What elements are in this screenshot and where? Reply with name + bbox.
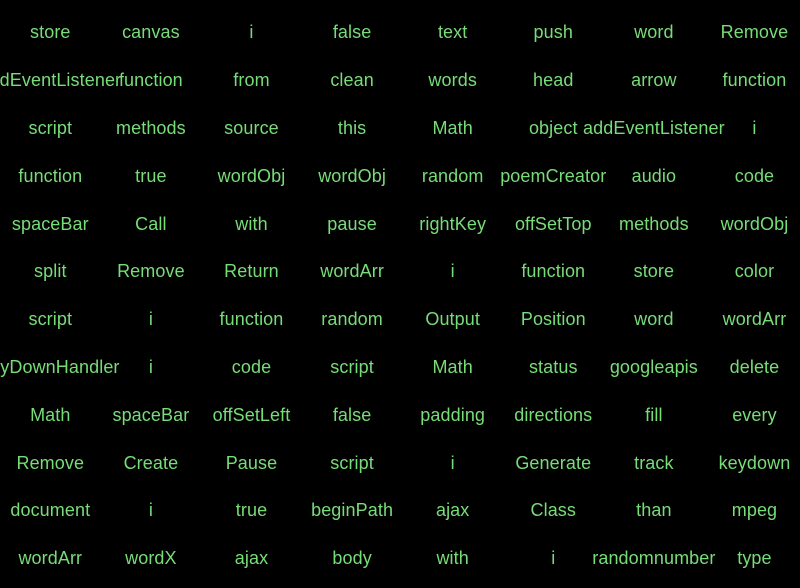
floating-word: color — [734, 261, 775, 282]
floating-word: Output — [425, 309, 480, 330]
floating-word: from — [233, 70, 270, 91]
floating-word: Create — [123, 452, 179, 473]
floating-word: wordArr — [18, 548, 83, 569]
floating-word: store — [633, 261, 675, 282]
floating-word: ajax — [234, 548, 269, 569]
floating-word: code — [231, 356, 272, 377]
floating-word: wordArr — [320, 261, 384, 282]
floating-word: function — [722, 70, 787, 91]
floating-word: function — [219, 309, 284, 330]
floating-word: with — [235, 213, 268, 234]
floating-word: document — [10, 500, 91, 521]
floating-word: this — [337, 117, 367, 138]
floating-word: false — [332, 404, 372, 425]
floating-word: Call — [135, 213, 167, 234]
floating-word: addEventListener — [0, 70, 122, 91]
floating-word: text — [437, 22, 468, 43]
floating-word: audio — [631, 165, 677, 186]
floating-word: mpeg — [731, 500, 778, 521]
floating-word: script — [330, 452, 374, 473]
floating-word: keydown — [718, 452, 791, 473]
word-canvas-page: { "text_color": "#77dd77", "background_c… — [0, 0, 800, 588]
floating-word: every — [732, 404, 777, 425]
floating-word: offSetTop — [514, 213, 592, 234]
floating-word: split — [34, 261, 67, 282]
floating-word: i — [752, 117, 757, 138]
floating-word: head — [533, 70, 574, 91]
floating-word: Remove — [117, 261, 185, 282]
floating-word: fill — [645, 404, 663, 425]
floating-word: than — [636, 500, 672, 521]
floating-word: true — [235, 500, 268, 521]
floating-word: random — [421, 165, 484, 186]
floating-word: methods — [116, 117, 186, 138]
floating-word: Math — [30, 404, 71, 425]
floating-word: function — [118, 70, 183, 91]
floating-word: i — [148, 356, 153, 377]
floating-word: i — [450, 261, 455, 282]
floating-word: script — [28, 117, 73, 138]
floating-word: clean — [330, 70, 374, 91]
floating-word: Math — [432, 356, 473, 377]
floating-word: spaceBar — [11, 213, 89, 234]
word-grid: store canvas i false text push word Remove addEv… — [0, 9, 800, 583]
floating-word: padding — [420, 404, 486, 425]
floating-word: script — [330, 356, 374, 377]
floating-word: methods — [618, 213, 689, 234]
floating-word: spaceBar — [112, 404, 190, 425]
floating-word: wordObj — [217, 165, 286, 186]
floating-word: code — [734, 165, 775, 186]
floating-word: true — [135, 165, 167, 186]
floating-word: delete — [729, 356, 780, 377]
floating-word: track — [634, 452, 674, 473]
floating-word: Generate — [515, 452, 592, 473]
floating-word: wordX — [125, 548, 177, 569]
floating-word: push — [533, 22, 573, 43]
floating-word: Pause — [225, 452, 278, 473]
floating-word: poemCreator — [500, 165, 607, 186]
floating-word: wordArr — [722, 309, 787, 330]
floating-word: source — [224, 117, 279, 138]
floating-word: with — [436, 548, 469, 569]
floating-word: ajax — [435, 500, 470, 521]
floating-word: Position — [520, 309, 586, 330]
floating-word: i — [148, 500, 153, 521]
floating-word: Class — [530, 500, 577, 521]
floating-word: i — [450, 452, 455, 473]
floating-word: Remove — [720, 22, 789, 43]
floating-word: function — [521, 261, 586, 282]
floating-word: body — [332, 548, 372, 569]
floating-word: directions — [514, 404, 593, 425]
floating-word: random — [321, 309, 383, 330]
floating-word: word — [634, 22, 674, 43]
floating-word: keyDownHandler — [0, 356, 120, 377]
floating-word: store — [30, 22, 71, 43]
floating-word: i — [551, 548, 556, 569]
floating-word: pause — [327, 213, 377, 234]
floating-word: word — [634, 309, 674, 330]
floating-word: Remove — [16, 452, 85, 473]
floating-word: wordObj — [720, 213, 789, 234]
floating-word: rightKey — [419, 213, 487, 234]
floating-word: wordObj — [318, 165, 386, 186]
floating-word: addEventListener — [583, 117, 725, 138]
floating-word: canvas — [122, 22, 180, 43]
floating-word: status — [528, 356, 578, 377]
floating-word: Math — [432, 117, 473, 138]
floating-word: function — [18, 165, 83, 186]
floating-word: words — [428, 70, 477, 91]
floating-word: randomnumber — [592, 548, 716, 569]
floating-word: beginPath — [311, 500, 394, 521]
floating-word: type — [737, 548, 772, 569]
floating-word: i — [148, 309, 153, 330]
floating-word: false — [332, 22, 372, 43]
floating-word: i — [249, 22, 254, 43]
floating-word: googleapis — [609, 356, 698, 377]
floating-word: script — [28, 309, 73, 330]
floating-word: Return — [224, 261, 279, 282]
floating-word: offSetLeft — [212, 404, 291, 425]
floating-word: arrow — [631, 70, 677, 91]
